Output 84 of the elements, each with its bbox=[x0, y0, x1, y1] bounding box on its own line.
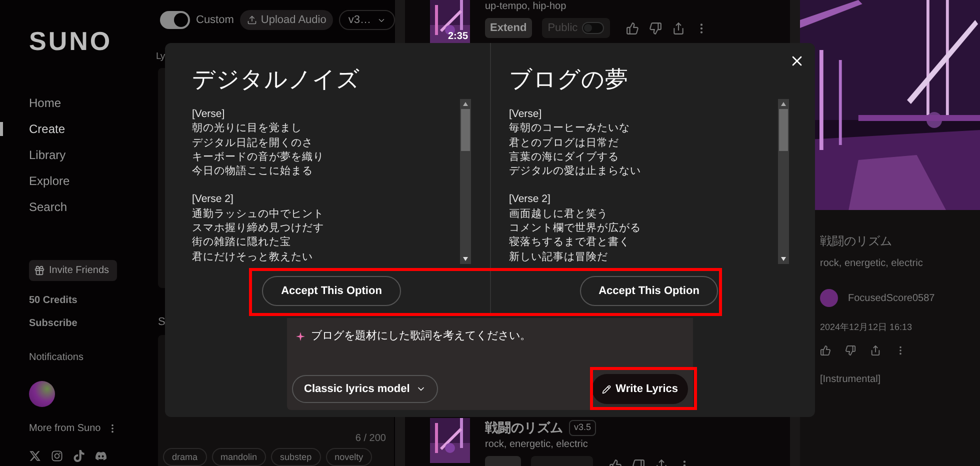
write-lyrics-button[interactable]: Write Lyrics bbox=[592, 374, 688, 404]
toggle-switch[interactable] bbox=[582, 22, 604, 34]
nav-item[interactable]: Home bbox=[29, 94, 62, 112]
scroll-thumb[interactable] bbox=[779, 109, 788, 151]
extend-button[interactable]: Extend bbox=[485, 18, 532, 38]
share-icon[interactable] bbox=[870, 344, 881, 356]
lyric-line: 君とのブログは日常だ bbox=[509, 136, 620, 150]
option-title: デジタルノイズ bbox=[192, 66, 361, 95]
song-tags: rock, energetic, electric bbox=[485, 438, 691, 452]
song-title[interactable]: 戦闘のリズム bbox=[485, 418, 563, 438]
tiktok-icon[interactable] bbox=[73, 450, 85, 462]
song-title: 戦闘のリズム bbox=[820, 233, 893, 250]
notifications-link[interactable]: Notifications bbox=[29, 350, 155, 365]
lyric-line: 街の雑踏に隠れた宝 bbox=[192, 235, 292, 250]
accept-option-button[interactable]: Accept This Option bbox=[580, 276, 718, 306]
lyric-line: スマホ握り締め見つけだす bbox=[192, 221, 325, 236]
lyric-line: 言葉の海にダイブする bbox=[509, 150, 620, 164]
scroll-up-icon[interactable] bbox=[463, 102, 468, 106]
upload-icon bbox=[246, 15, 257, 25]
subscribe-link[interactable]: Subscribe bbox=[29, 316, 155, 331]
thumbs-down-icon[interactable] bbox=[845, 344, 856, 356]
accept-option-button[interactable]: Accept This Option bbox=[262, 276, 401, 306]
nav-item[interactable]: Library bbox=[29, 146, 66, 164]
version-dropdown[interactable]: v3… bbox=[339, 10, 395, 30]
section-heading: [Verse] bbox=[509, 107, 543, 122]
logo[interactable]: SUNO bbox=[29, 26, 155, 56]
lyric-line: 毎朝のコーヒーみたいな bbox=[509, 121, 631, 136]
thumbs-up-icon[interactable] bbox=[626, 22, 639, 34]
section-heading: [Verse] bbox=[192, 107, 226, 122]
lyric-line: デジタル日記を開くのさ bbox=[192, 136, 314, 150]
style-tag[interactable]: substep bbox=[271, 448, 321, 466]
style-tag[interactable]: drama bbox=[163, 448, 207, 466]
avatar[interactable] bbox=[29, 381, 55, 407]
nav-item[interactable]: Explore bbox=[29, 172, 70, 190]
thumbs-up-icon[interactable] bbox=[820, 344, 831, 356]
scrollbar[interactable] bbox=[778, 99, 789, 264]
upload-audio-button[interactable]: Upload Audio bbox=[240, 10, 334, 30]
version-badge: v3.5 bbox=[569, 420, 596, 436]
x-logo-icon[interactable] bbox=[29, 450, 41, 462]
lyric-line: 新しい記事は冒険だ bbox=[509, 250, 609, 264]
lyric-line: 君にだけそっと教えたい bbox=[192, 250, 314, 264]
section-heading: [Verse 2] bbox=[192, 192, 234, 207]
duration-label: 2:35 bbox=[448, 30, 468, 44]
scroll-down-icon[interactable] bbox=[463, 257, 468, 261]
scroll-up-icon[interactable] bbox=[781, 102, 786, 106]
lyric-line: 朝の光りに目を覚まし bbox=[192, 121, 303, 136]
gift-icon bbox=[34, 265, 45, 276]
lyric-line: 通勤ラッシュの中でヒント bbox=[192, 206, 325, 222]
username[interactable]: FocusedScore0587 bbox=[848, 290, 935, 306]
lyric-line: デジタルの愛は止まらない bbox=[509, 164, 642, 178]
custom-label: Custom bbox=[196, 12, 234, 28]
custom-toggle[interactable] bbox=[160, 11, 190, 29]
date-text: 2024年12月12日 16:13 bbox=[820, 321, 914, 334]
section-label: Ly bbox=[156, 50, 165, 64]
lyric-line: 今日の物語ここに始まる bbox=[192, 164, 314, 178]
nav-item[interactable]: Create bbox=[29, 120, 66, 138]
lyric-line: 画面越しに君と笑う bbox=[509, 206, 609, 222]
character-count: 6 / 200 bbox=[355, 432, 386, 446]
lyric-line: コメント欄で世界が広がる bbox=[509, 221, 642, 236]
prompt-text[interactable]: ブログを題材にした歌詞を考えてください。 bbox=[311, 328, 531, 344]
instagram-icon[interactable] bbox=[51, 450, 63, 462]
style-tag[interactable]: novelty bbox=[326, 448, 372, 466]
style-tag[interactable]: mandolin bbox=[212, 448, 266, 466]
credits-text: 50 Credits bbox=[29, 294, 78, 308]
discord-icon[interactable] bbox=[95, 450, 107, 462]
scrollbar[interactable] bbox=[460, 99, 471, 264]
lyric-line: キーボードの音が夢を織り bbox=[192, 150, 325, 164]
thumbs-down-icon[interactable] bbox=[648, 22, 662, 34]
section-label: S bbox=[158, 315, 166, 330]
nav-item[interactable]: Search bbox=[29, 198, 68, 216]
invite-friends-button[interactable]: Invite Friends bbox=[29, 260, 117, 281]
section-heading: [Verse 2] bbox=[509, 192, 552, 207]
lyrics-text: [Instrumental] bbox=[820, 372, 882, 386]
lyric-line: 寝落ちするまで君と書く bbox=[509, 235, 631, 250]
more-from-suno-link[interactable]: More from Suno bbox=[29, 421, 101, 436]
model-dropdown[interactable]: Classic lyrics model bbox=[292, 375, 438, 403]
pencil-icon bbox=[602, 384, 611, 394]
scroll-down-icon[interactable] bbox=[781, 257, 786, 261]
sparkle-icon bbox=[296, 332, 305, 341]
share-icon[interactable] bbox=[672, 22, 685, 34]
song-tags: up-tempo, hip-hop bbox=[485, 0, 708, 14]
option-title: ブログの夢 bbox=[509, 66, 629, 95]
scroll-thumb[interactable] bbox=[461, 109, 470, 151]
song-tags: rock, energetic, electric bbox=[820, 256, 980, 271]
